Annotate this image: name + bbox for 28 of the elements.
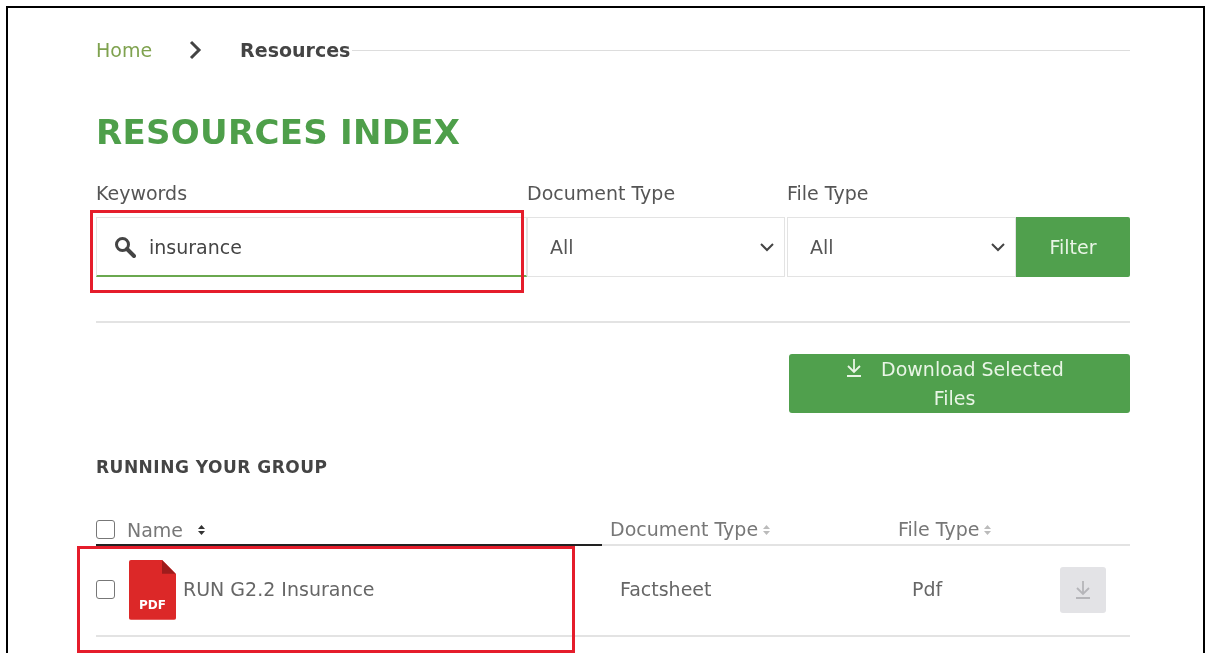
file-name: RUN G2.2 Insurance [183, 577, 375, 603]
download-selected-button[interactable]: Download Selected Files [789, 354, 1130, 414]
breadcrumb-current: Resources [240, 37, 351, 63]
field-label: Keywords [96, 180, 189, 206]
column-header[interactable]: Document Type [610, 515, 759, 544]
caret-icon [991, 242, 1005, 253]
select-all-checkbox[interactable] [96, 520, 115, 540]
sort-icon[interactable] [197, 523, 207, 536]
field-label: Document Type [527, 180, 677, 206]
section-heading: RUNNING YOUR GROUP [96, 457, 329, 478]
download-icon [845, 358, 864, 378]
page-title: RESOURCES INDEX [96, 112, 462, 153]
select-dropdown[interactable]: All [527, 217, 785, 278]
filter-button[interactable]: Filter [1016, 217, 1130, 278]
row-checkbox[interactable] [96, 580, 115, 600]
table-cell: Factsheet [620, 578, 712, 601]
search-field[interactable]: insurance [96, 217, 527, 278]
caret-icon [760, 242, 774, 253]
column-header[interactable]: Name [127, 515, 184, 545]
select-dropdown[interactable]: All [787, 217, 1016, 278]
chevron-icon [188, 40, 203, 60]
search-icon [114, 236, 136, 259]
pdf-file-icon: PDF [129, 559, 176, 620]
breadcrumb-link[interactable]: Home [96, 35, 153, 65]
download-icon [1074, 580, 1092, 600]
column-header[interactable]: File Type [898, 515, 980, 544]
table-cell: Pdf [912, 578, 943, 601]
field-label: File Type [787, 180, 870, 206]
